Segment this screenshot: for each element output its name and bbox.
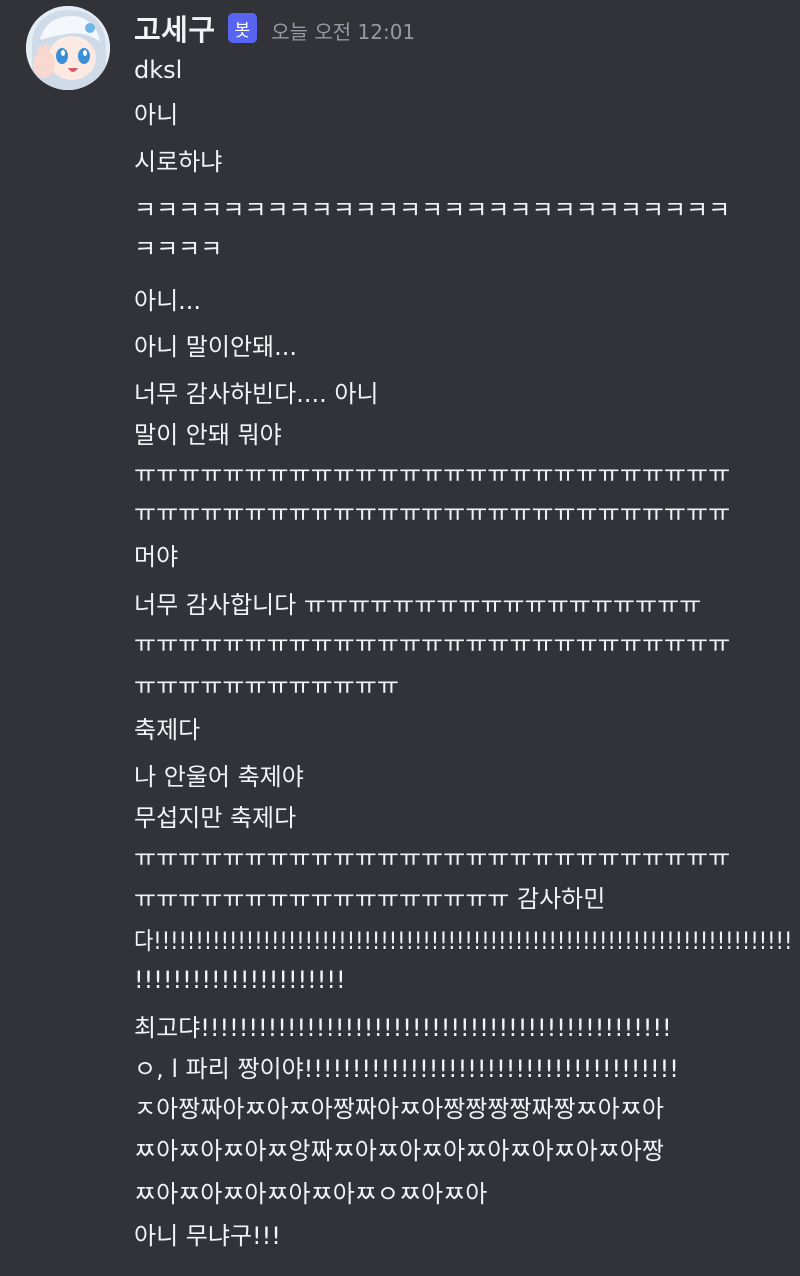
- message-line: ㅠㅠㅠㅠㅠㅠㅠㅠㅠㅠㅠㅠㅠㅠㅠㅠㅠㅠㅠㅠㅠㅠㅠㅠㅠㅠㅠ: [134, 499, 731, 527]
- message-line: ㅈ아짱짜아ㅉ아ㅉ아짱짜아ㅉ아짱짱짱짱짜짱ㅉ아ㅉ아: [134, 1095, 664, 1123]
- message-line: 아니 무냐구!!!: [134, 1222, 281, 1250]
- message-line: 머야: [134, 543, 179, 571]
- message-line: ㅇ, l 파리 짱이야!!!!!!!!!!!!!!!!!!!!!!!!!!!!!…: [134, 1055, 679, 1083]
- message-line: ㅉ아ㅉ아ㅉ아ㅉ앙짜ㅉ아ㅉ아ㅉ아ㅉ아ㅉ아ㅉ아ㅉ아짱: [134, 1137, 664, 1165]
- message-line: 너무 감사하빈다.... 아니: [134, 380, 379, 408]
- message-line: 다!!!!!!!!!!!!!!!!!!!!!!!!!!!!!!!!!!!!!!!…: [134, 927, 793, 955]
- message-line: 아니 말이안돼...: [134, 333, 297, 361]
- message-line: ㅠㅠㅠㅠㅠㅠㅠㅠㅠㅠㅠㅠㅠㅠㅠㅠㅠㅠㅠㅠㅠㅠㅠㅠㅠㅠㅠ: [134, 844, 731, 872]
- message-line: 나 안울어 축제야: [134, 763, 304, 791]
- message-line: !!!!!!!!!!!!!!!!!!!!!!: [134, 966, 346, 994]
- message-line: ㅋㅋㅋㅋ: [134, 235, 223, 263]
- message-line: 시로하냐: [134, 148, 223, 176]
- message-line: ㅠㅠㅠㅠㅠㅠㅠㅠㅠㅠㅠㅠㅠㅠㅠㅠㅠㅠㅠㅠㅠㅠㅠㅠㅠㅠㅠ: [134, 460, 731, 488]
- message-line: ㅠㅠㅠㅠㅠㅠㅠㅠㅠㅠㅠㅠ: [134, 672, 399, 700]
- message-line: 말이 안돼 뭐야: [134, 421, 282, 449]
- message-line: ㅉ아ㅉ아ㅉ아ㅉ아ㅉ아ㅉㅇㅉ아ㅉ아: [134, 1180, 488, 1208]
- chat-message: 고세구 봇 오늘 오전 12:01 dksl 아니 시로하냐 ㅋㅋㅋㅋㅋㅋㅋㅋㅋ…: [0, 0, 800, 1276]
- message-line: ㅠㅠㅠㅠㅠㅠㅠㅠㅠㅠㅠㅠㅠㅠㅠㅠㅠㅠㅠㅠㅠㅠㅠㅠㅠㅠㅠ: [134, 630, 731, 658]
- message-content: dksl 아니 시로하냐 ㅋㅋㅋㅋㅋㅋㅋㅋㅋㅋㅋㅋㅋㅋㅋㅋㅋㅋㅋㅋㅋㅋㅋㅋㅋㅋㅋ…: [0, 0, 800, 1276]
- message-line: ㅋㅋㅋㅋㅋㅋㅋㅋㅋㅋㅋㅋㅋㅋㅋㅋㅋㅋㅋㅋㅋㅋㅋㅋㅋㅋㅋ: [134, 196, 731, 224]
- message-line: dksl: [134, 56, 183, 84]
- message-line: 너무 감사합니다 ㅠㅠㅠㅠㅠㅠㅠㅠㅠㅠㅠㅠㅠㅠㅠㅠㅠㅠ: [134, 591, 702, 619]
- message-line: 최고댜!!!!!!!!!!!!!!!!!!!!!!!!!!!!!!!!!!!!!…: [134, 1014, 672, 1042]
- message-line: 아니...: [134, 287, 202, 315]
- message-line: ㅠㅠㅠㅠㅠㅠㅠㅠㅠㅠㅠㅠㅠㅠㅠㅠㅠ 감사하민: [134, 885, 606, 913]
- message-line: 아니: [134, 101, 179, 129]
- message-line: 무섭지만 축제다: [134, 804, 297, 832]
- message-line: 축제다: [134, 716, 201, 744]
